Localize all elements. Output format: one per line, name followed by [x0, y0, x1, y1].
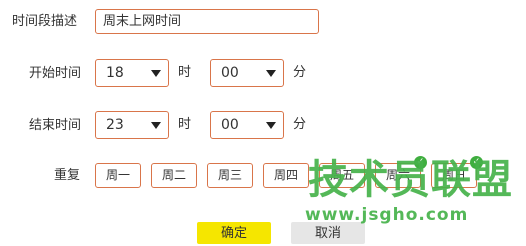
confirm-button[interactable]: 确定 [197, 222, 271, 244]
watermark-url: www.jsgho.com [305, 205, 469, 225]
day-button-wed[interactable]: 周三 [207, 163, 253, 188]
end-minute-value: 00 [221, 117, 239, 133]
start-minute-value: 00 [221, 65, 239, 81]
day-button-tue[interactable]: 周二 [151, 163, 197, 188]
description-input[interactable]: 周末上网时间 [95, 9, 319, 34]
chevron-down-icon [151, 122, 161, 129]
start-hour-select[interactable]: 18 [95, 59, 169, 87]
start-hour-value: 18 [106, 65, 124, 81]
start-minute-unit: 分 [293, 65, 307, 80]
chevron-down-icon [266, 70, 276, 77]
cancel-button[interactable]: 取消 [291, 222, 365, 244]
start-minute-select[interactable]: 00 [210, 59, 284, 87]
watermark-title: 技术员联盟 [308, 157, 513, 203]
end-hour-select[interactable]: 23 [95, 111, 169, 139]
day-button-thu[interactable]: 周四 [263, 163, 309, 188]
repeat-label: 重复 [54, 168, 81, 183]
end-minute-unit: 分 [293, 117, 307, 132]
end-time-label: 结束时间 [29, 118, 82, 133]
start-hour-unit: 时 [178, 65, 192, 80]
description-label: 时间段描述 [12, 14, 78, 29]
end-hour-unit: 时 [178, 117, 192, 132]
chevron-down-icon [266, 122, 276, 129]
chevron-down-icon [151, 70, 161, 77]
end-minute-select[interactable]: 00 [210, 111, 284, 139]
day-button-mon[interactable]: 周一 [95, 163, 141, 188]
start-time-label: 开始时间 [29, 66, 82, 81]
end-hour-value: 23 [106, 117, 124, 133]
